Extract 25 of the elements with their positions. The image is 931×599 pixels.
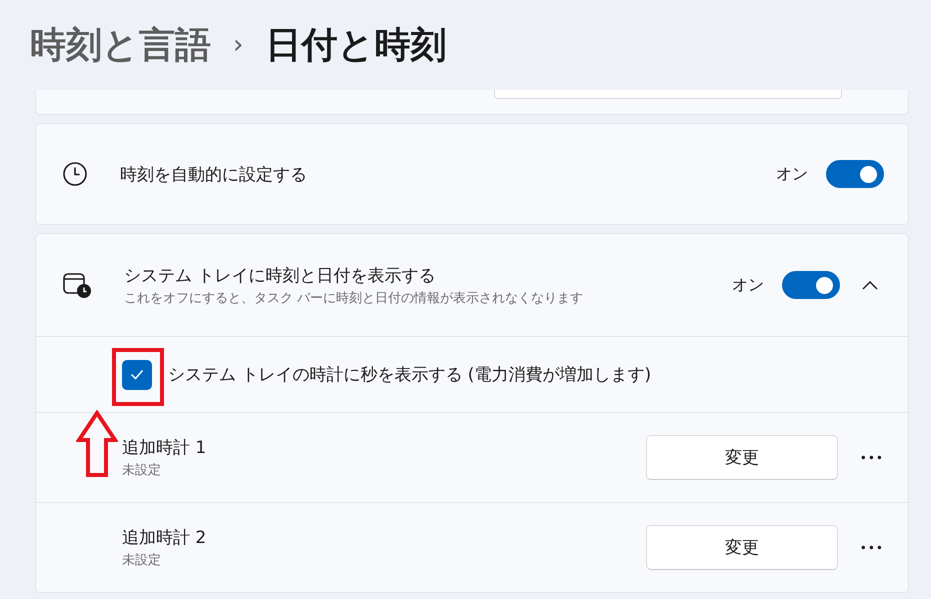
more-button[interactable]: •••: [860, 450, 884, 464]
page-title: 日付と時刻: [265, 24, 446, 68]
toggle-switch[interactable]: [826, 160, 884, 188]
toggle-state-label: オン: [732, 274, 764, 296]
more-button[interactable]: •••: [860, 540, 884, 554]
clock-icon: [62, 161, 88, 187]
clock-status: 未設定: [122, 552, 162, 569]
breadcrumb-separator: ›: [233, 30, 244, 60]
change-button[interactable]: 変更: [646, 525, 838, 570]
toggle-state-label: オン: [776, 164, 808, 184]
arrow-drawing: [76, 410, 118, 478]
breadcrumb-parent[interactable]: 時刻と言語: [30, 20, 211, 70]
checkbox-label: システム トレイの時計に秒を表示する (電力消費が増加します): [168, 364, 652, 386]
toggle-switch[interactable]: [782, 271, 840, 299]
clock-title: 追加時計 1: [122, 437, 206, 459]
chevron-icon[interactable]: [862, 280, 878, 290]
setting-title: 時刻を自動的に設定する: [120, 164, 307, 186]
setting-title: システム トレイに時刻と日付を表示する: [124, 264, 436, 286]
change-button[interactable]: 変更: [646, 435, 838, 480]
clock-status: 未設定: [122, 462, 162, 479]
calendar-clock-icon: [62, 271, 92, 299]
setting-description: これをオフにすると、タスク バーに時刻と日付の情報が表示されなくなります: [124, 290, 584, 306]
checkmark-icon: [130, 369, 144, 380]
clock-title: 追加時計 2: [122, 527, 206, 549]
checkbox[interactable]: [122, 360, 152, 390]
